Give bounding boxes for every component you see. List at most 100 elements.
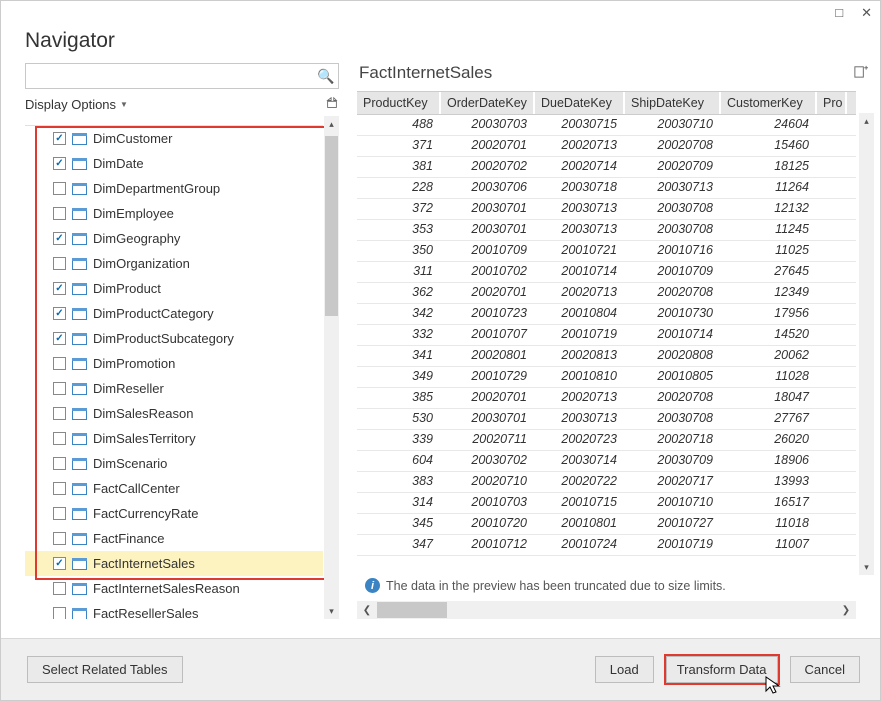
scroll-left-icon[interactable]: ❮ [357, 605, 377, 616]
checkbox[interactable] [53, 582, 66, 595]
table-cell: 20020702 [441, 157, 535, 177]
checkbox[interactable] [53, 157, 66, 170]
tree-scrollbar[interactable]: ▴ ▾ [324, 116, 339, 619]
scroll-up-icon[interactable]: ▴ [859, 113, 874, 129]
scroll-up-icon[interactable]: ▴ [324, 116, 339, 132]
tree-item-dimdate[interactable]: DimDate [25, 151, 323, 176]
table-row[interactable]: 34920010729200108102001080511028 [357, 367, 856, 388]
checkbox[interactable] [53, 607, 66, 619]
checkbox[interactable] [53, 307, 66, 320]
table-row[interactable]: 38120020702200207142002070918125 [357, 157, 856, 178]
checkbox[interactable] [53, 407, 66, 420]
table-row[interactable]: 53020030701200307132003070827767 [357, 409, 856, 430]
column-header[interactable]: ShipDateKey [625, 92, 721, 114]
table-cell: 604 [357, 451, 441, 471]
column-header[interactable]: Pro [817, 92, 847, 114]
table-row[interactable]: 36220020701200207132002070812349 [357, 283, 856, 304]
checkbox[interactable] [53, 432, 66, 445]
maximize-icon[interactable]: □ [835, 5, 843, 20]
tree-item-dimreseller[interactable]: DimReseller [25, 376, 323, 401]
checkbox[interactable] [53, 132, 66, 145]
tree-item-dimproductcategory[interactable]: DimProductCategory [25, 301, 323, 326]
tree-item-dimdepartmentgroup[interactable]: DimDepartmentGroup [25, 176, 323, 201]
scroll-down-icon[interactable]: ▾ [859, 559, 874, 575]
table-row[interactable]: 33920020711200207232002071826020 [357, 430, 856, 451]
column-header[interactable]: ProductKey [357, 92, 441, 114]
column-header[interactable]: OrderDateKey [441, 92, 535, 114]
checkbox[interactable] [53, 507, 66, 520]
scroll-down-icon[interactable]: ▾ [324, 603, 339, 619]
tree-item-factinternetsales[interactable]: FactInternetSales [25, 551, 323, 576]
vertical-scrollbar[interactable]: ▴ ▾ [859, 113, 874, 575]
table-cell: 11245 [721, 220, 817, 240]
refresh-icon[interactable] [325, 96, 339, 113]
checkbox[interactable] [53, 332, 66, 345]
checkbox[interactable] [53, 257, 66, 270]
checkbox[interactable] [53, 482, 66, 495]
table-row[interactable]: 35020010709200107212001071611025 [357, 241, 856, 262]
checkbox[interactable] [53, 232, 66, 245]
close-icon[interactable]: ✕ [861, 5, 872, 21]
table-row[interactable]: 31420010703200107152001071016517 [357, 493, 856, 514]
table-row[interactable]: 35320030701200307132003070811245 [357, 220, 856, 241]
table-row[interactable]: 34720010712200107242001071911007 [357, 535, 856, 556]
table-row[interactable]: 34220010723200108042001073017956 [357, 304, 856, 325]
tree-item-dimgeography[interactable]: DimGeography [25, 226, 323, 251]
cancel-button[interactable]: Cancel [790, 656, 860, 683]
table-row[interactable]: 60420030702200307142003070918906 [357, 451, 856, 472]
horizontal-scrollbar[interactable]: ❮ ❯ [357, 601, 856, 619]
table-row[interactable]: 38520020701200207132002070818047 [357, 388, 856, 409]
scroll-right-icon[interactable]: ❯ [836, 605, 856, 616]
display-options-dropdown[interactable]: Display Options ▼ [25, 95, 128, 114]
scroll-thumb[interactable] [325, 136, 338, 316]
checkbox[interactable] [53, 557, 66, 570]
search-box[interactable]: 🔍 [25, 63, 339, 89]
tree-item-dimproduct[interactable]: DimProduct [25, 276, 323, 301]
checkbox[interactable] [53, 282, 66, 295]
table-icon [72, 333, 87, 345]
checkbox[interactable] [53, 457, 66, 470]
hscroll-thumb[interactable] [377, 602, 447, 618]
tree-item-dimemployee[interactable]: DimEmployee [25, 201, 323, 226]
tree-item-label: DimCustomer [93, 131, 172, 146]
tree-item-factresellersales[interactable]: FactResellerSales [25, 601, 323, 619]
table-row[interactable]: 48820030703200307152003071024604 [357, 115, 856, 136]
tree-item-dimpromotion[interactable]: DimPromotion [25, 351, 323, 376]
table-row[interactable]: 34120020801200208132002080820062 [357, 346, 856, 367]
tree-item-factcallcenter[interactable]: FactCallCenter [25, 476, 323, 501]
tree-item-dimorganization[interactable]: DimOrganization [25, 251, 323, 276]
table-row[interactable]: 37120020701200207132002070815460 [357, 136, 856, 157]
tree-item-dimsalesterritory[interactable]: DimSalesTerritory [25, 426, 323, 451]
column-header[interactable]: DueDateKey [535, 92, 625, 114]
table-row[interactable]: 33220010707200107192001071414520 [357, 325, 856, 346]
transform-data-button[interactable]: Transform Data [666, 656, 778, 683]
load-button[interactable]: Load [595, 656, 654, 683]
checkbox[interactable] [53, 532, 66, 545]
tree-item-factfinance[interactable]: FactFinance [25, 526, 323, 551]
table-cell: 20010710 [625, 493, 721, 513]
search-icon[interactable]: 🔍 [314, 68, 338, 85]
checkbox[interactable] [53, 182, 66, 195]
tree-item-dimsalesreason[interactable]: DimSalesReason [25, 401, 323, 426]
tree-item-dimscenario[interactable]: DimScenario [25, 451, 323, 476]
table-row[interactable]: 22820030706200307182003071311264 [357, 178, 856, 199]
chevron-down-icon: ▼ [120, 100, 128, 109]
table-row[interactable]: 38320020710200207222002071713993 [357, 472, 856, 493]
table-cell: 20020718 [625, 430, 721, 450]
add-column-icon[interactable] [853, 64, 868, 83]
table-cell: 11018 [721, 514, 817, 534]
tree-item-dimproductsubcategory[interactable]: DimProductSubcategory [25, 326, 323, 351]
tree-item-factinternetsalesreason[interactable]: FactInternetSalesReason [25, 576, 323, 601]
table-row[interactable]: 34520010720200108012001072711018 [357, 514, 856, 535]
tree-item-label: FactCurrencyRate [93, 506, 198, 521]
checkbox[interactable] [53, 207, 66, 220]
search-input[interactable] [26, 64, 314, 88]
tree-item-factcurrencyrate[interactable]: FactCurrencyRate [25, 501, 323, 526]
select-related-tables-button[interactable]: Select Related Tables [27, 656, 183, 683]
table-row[interactable]: 37220030701200307132003070812132 [357, 199, 856, 220]
column-header[interactable]: CustomerKey [721, 92, 817, 114]
table-row[interactable]: 31120010702200107142001070927645 [357, 262, 856, 283]
checkbox[interactable] [53, 382, 66, 395]
checkbox[interactable] [53, 357, 66, 370]
tree-item-dimcustomer[interactable]: DimCustomer [25, 126, 323, 151]
